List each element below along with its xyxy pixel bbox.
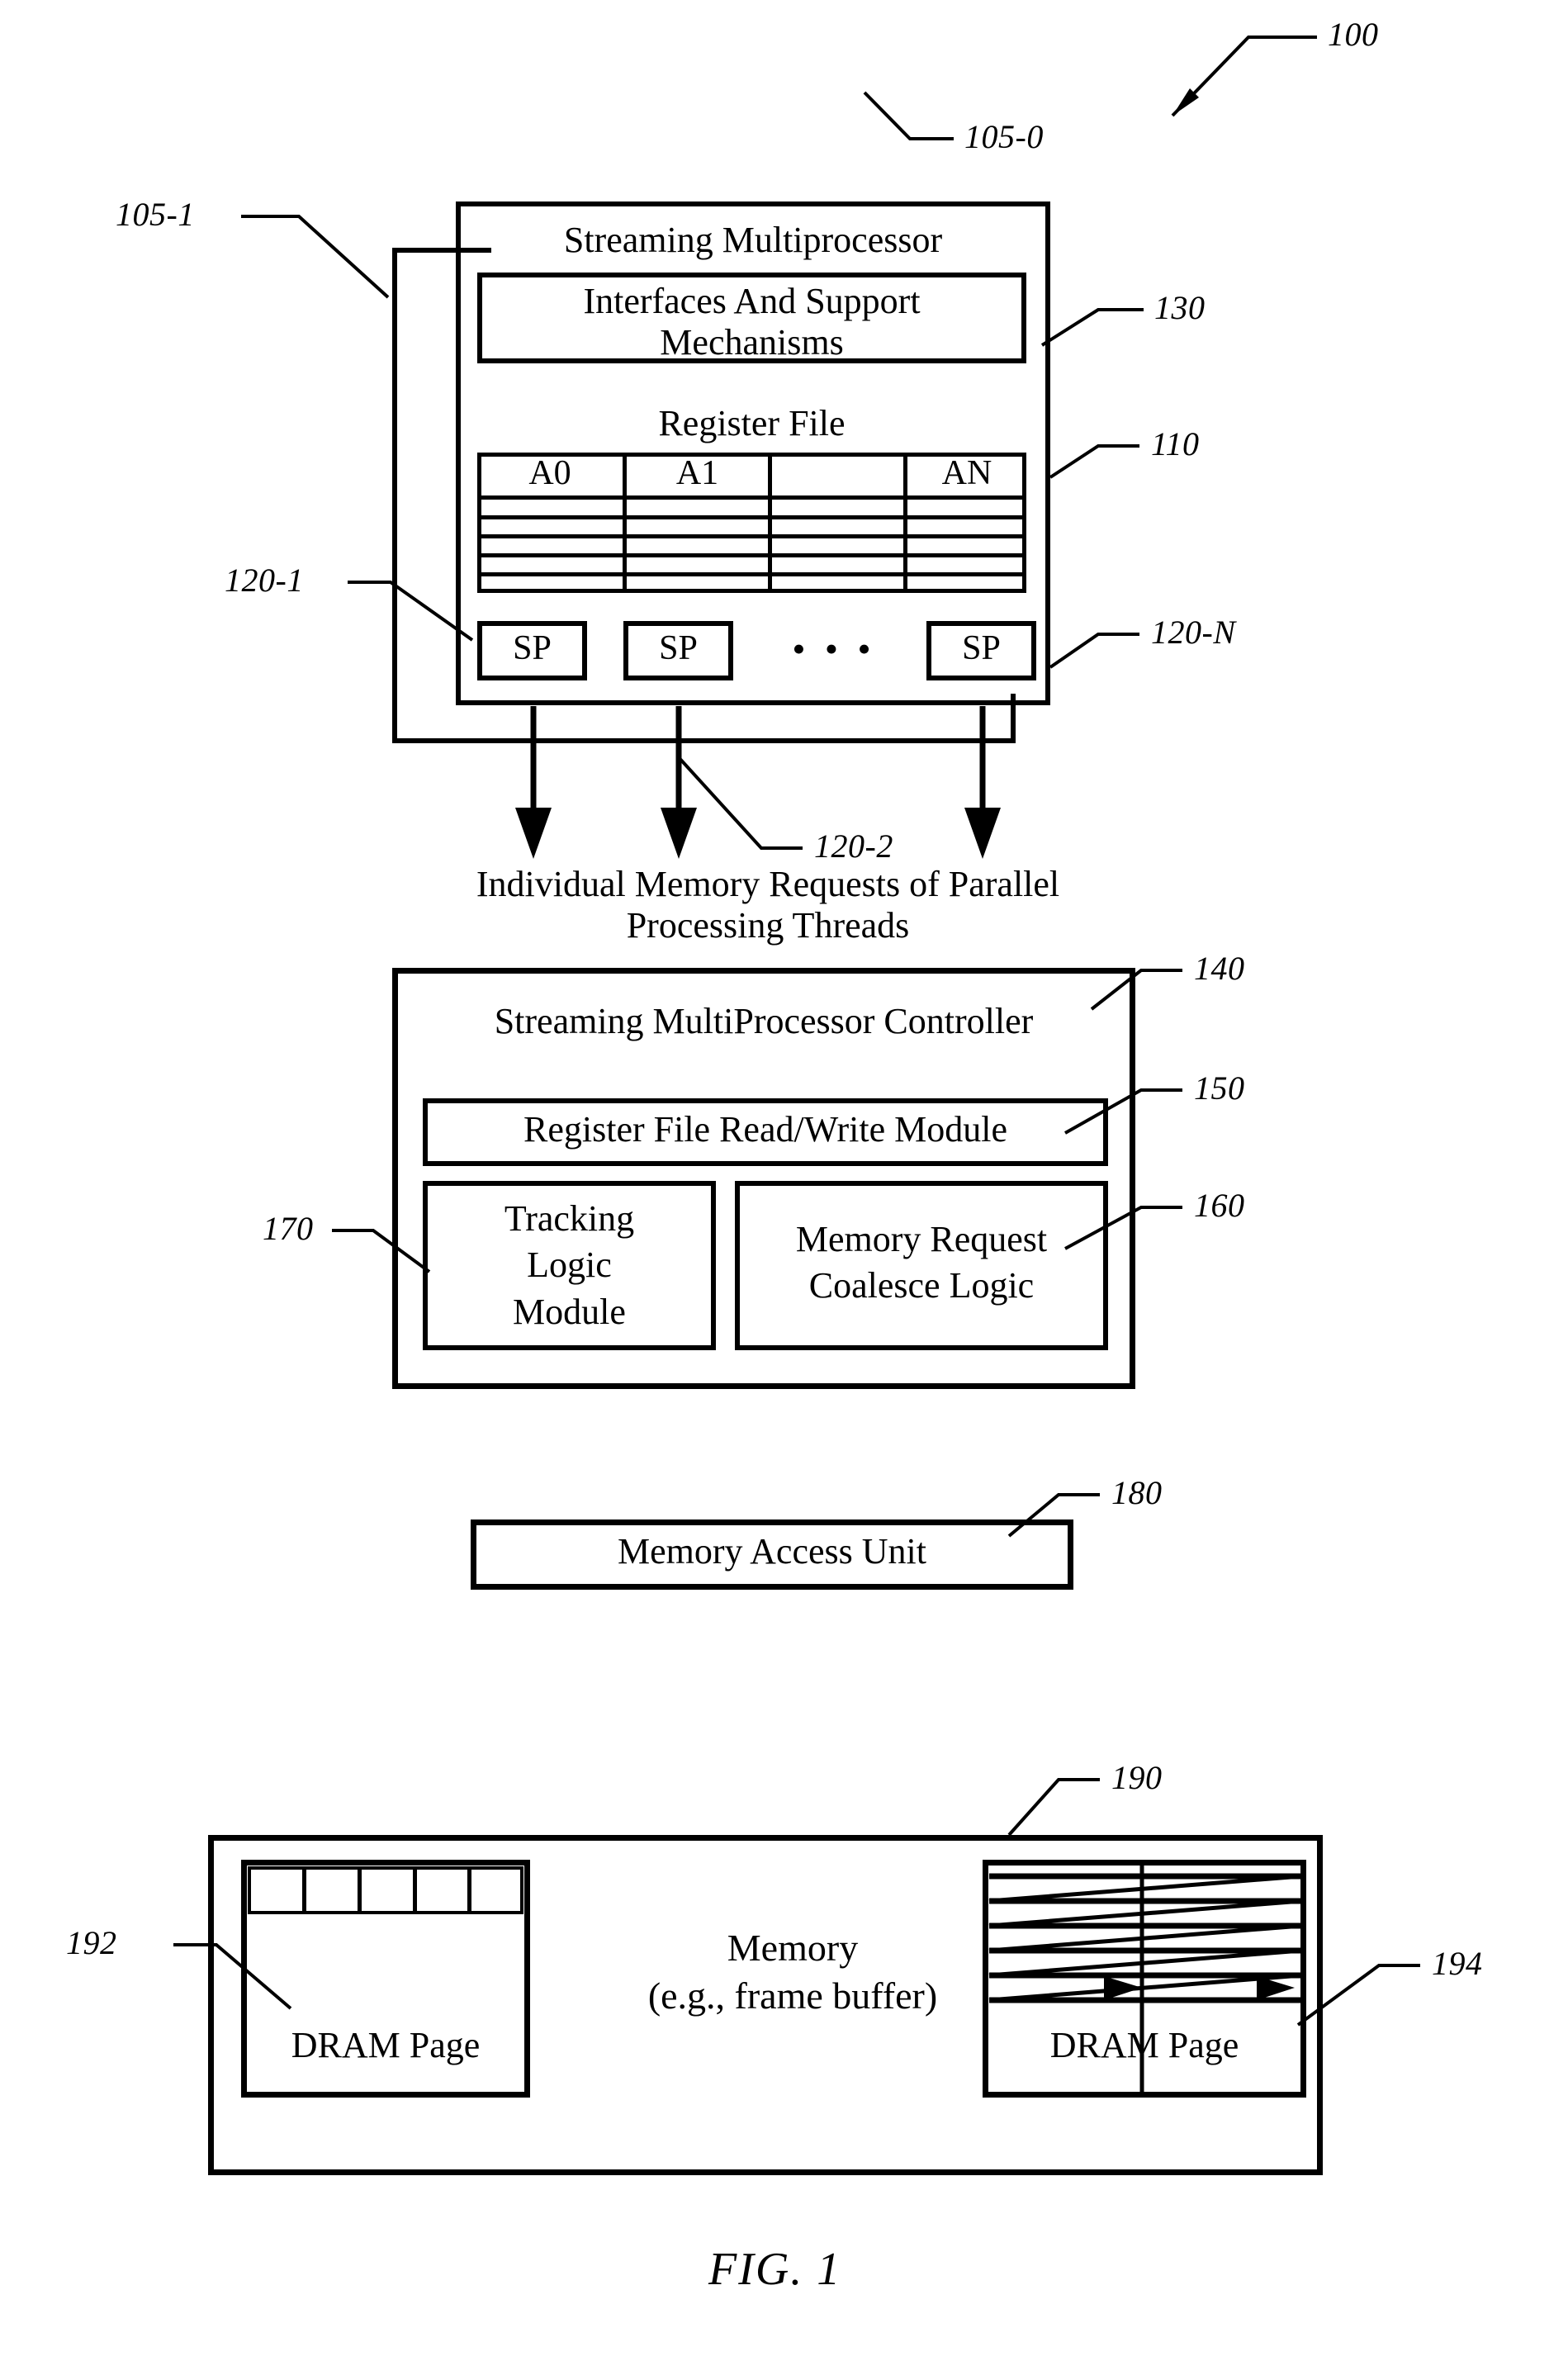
dram-page-left-label: DRAM Page <box>291 2025 481 2065</box>
ref-100: 100 <box>1328 16 1379 53</box>
ref-105-0: 105-0 <box>964 118 1044 155</box>
streaming-multiprocessor-title: Streaming Multiprocessor <box>563 220 943 260</box>
patent-figure: Streaming Multiprocessor Interfaces And … <box>0 0 1568 2361</box>
sp-unit-2-label: SP <box>659 629 698 667</box>
figure-caption: FIG. 1 <box>708 2244 842 2295</box>
sp-units-ellipsis: • • • <box>792 628 876 670</box>
interfaces-and-support-label: Interfaces And Support Mechanisms <box>583 281 921 363</box>
ref-160: 160 <box>1194 1187 1245 1224</box>
dram-page-right-label: DRAM Page <box>1049 2025 1239 2065</box>
register-file-title: Register File <box>658 403 846 443</box>
register-col-an: AN <box>941 454 992 492</box>
memory-requests-caption: Individual Memory Requests of Parallel P… <box>476 864 1060 946</box>
ref-190: 190 <box>1111 1759 1163 1796</box>
ref-140: 140 <box>1194 950 1245 987</box>
ref-120-2: 120-2 <box>814 827 893 865</box>
dram-page-left-cells <box>248 1866 523 1914</box>
sp-unit-1-label: SP <box>513 629 552 667</box>
ref-192: 192 <box>66 1924 117 1961</box>
ref-130: 130 <box>1154 289 1206 326</box>
tracking-logic-module-label: Tracking Logic Module <box>504 1198 635 1332</box>
ref-110: 110 <box>1151 425 1200 462</box>
ref-150: 150 <box>1194 1069 1245 1107</box>
ref-194: 194 <box>1432 1945 1483 1982</box>
ref-120-1: 120-1 <box>225 562 304 599</box>
memory-request-coalesce-logic-label: Memory Request Coalesce Logic <box>795 1219 1048 1306</box>
register-col-a1: A1 <box>675 454 719 492</box>
register-col-a0: A0 <box>528 454 571 492</box>
register-file-grid: A0 A1 AN <box>477 453 1026 593</box>
ref-170: 170 <box>263 1210 314 1247</box>
ref-180: 180 <box>1111 1474 1163 1511</box>
register-file-rw-module-label: Register File Read/Write Module <box>523 1109 1007 1150</box>
sp-unit-n-label: SP <box>962 629 1001 667</box>
smp-controller-title: Streaming MultiProcessor Controller <box>494 1001 1034 1041</box>
ref-120-N: 120-N <box>1151 614 1236 651</box>
ref-105-1: 105-1 <box>116 196 195 233</box>
memory-access-unit-label: Memory Access Unit <box>618 1531 926 1572</box>
memory-label: Memory (e.g., frame buffer) <box>647 1927 938 2017</box>
